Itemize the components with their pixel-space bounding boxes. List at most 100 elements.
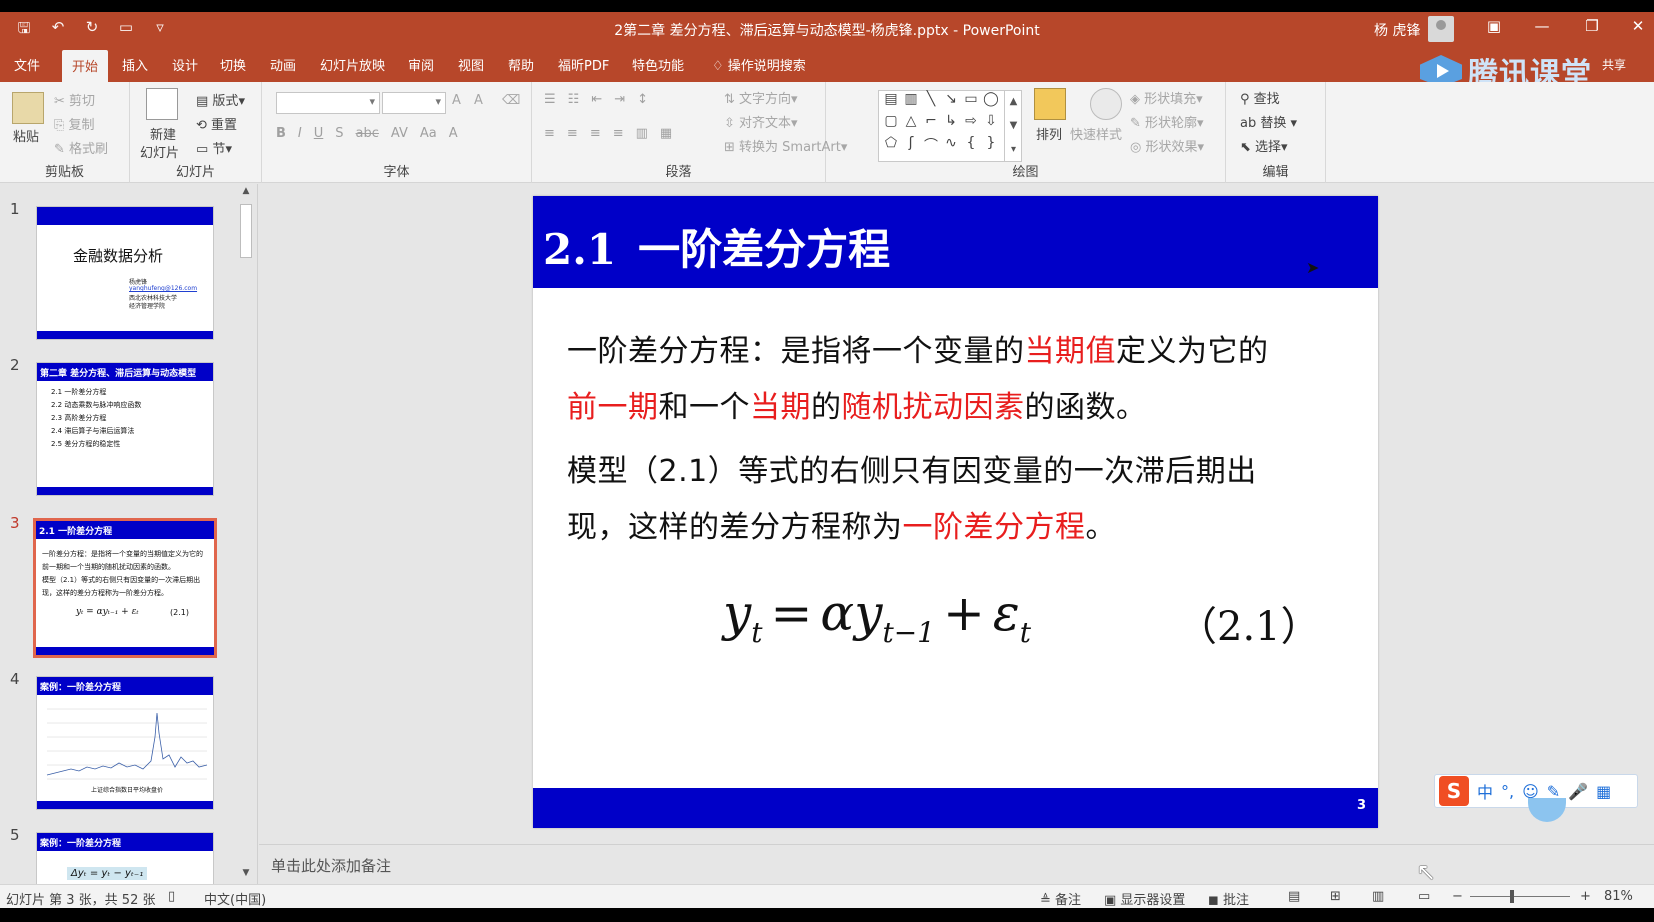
slide-thumbnail-2[interactable]: 第二章 差分方程、滞后运算与动态模型 2.1 一阶差分方程 2.2 动态乘数与脉… xyxy=(36,362,214,496)
text-direction-button[interactable]: ⇅ 文字方向▾ xyxy=(724,88,798,107)
tab-review[interactable]: 审阅 xyxy=(408,55,434,74)
freeform-shape-icon[interactable]: ⬠ xyxy=(881,135,901,157)
bold-icon[interactable]: B xyxy=(276,126,286,141)
section-button[interactable]: ▭ 节▾ xyxy=(196,138,232,157)
slide-paragraph-line-4[interactable]: 现，这样的差分方程称为一阶差分方程。 xyxy=(567,502,1116,546)
share-button[interactable]: 共享 xyxy=(1602,56,1626,73)
strikethrough-icon[interactable]: abc xyxy=(356,126,379,141)
justify-icon[interactable]: ≡ xyxy=(613,126,624,141)
new-slide-icon[interactable] xyxy=(146,88,178,120)
shapes-gallery-scroll[interactable]: ▲ ▼ ▾ xyxy=(1004,90,1022,162)
numbering-icon[interactable]: ☷ xyxy=(568,92,580,107)
line-shape-icon[interactable]: ╲ xyxy=(921,91,941,113)
arrange-button[interactable]: 排列 xyxy=(1036,124,1062,143)
quick-styles-button[interactable]: 快速样式 xyxy=(1070,124,1122,143)
quick-styles-icon[interactable] xyxy=(1090,88,1122,120)
shapes-gallery[interactable]: ▤ ▥ ╲ ↘ ▭ ◯ ▢ △ ⌐ ↳ ⇨ ⇩ ⬠ ʃ ⌒ ∿{} xyxy=(878,90,1022,162)
shape-fill-button[interactable]: ◈ 形状填充▾ xyxy=(1130,88,1203,107)
tab-animations[interactable]: 动画 xyxy=(270,55,296,74)
shape-outline-button[interactable]: ✎ 形状轮廓▾ xyxy=(1130,112,1204,131)
replace-button[interactable]: ab 替换 ▾ xyxy=(1240,112,1297,131)
scribble-shape-icon[interactable]: ʃ xyxy=(901,135,921,157)
zoom-in-icon[interactable]: + xyxy=(1580,889,1591,904)
notes-pane[interactable]: 单击此处添加备注 xyxy=(259,844,1654,884)
avatar[interactable] xyxy=(1428,16,1454,42)
copy-button[interactable]: ⎘ 复制 xyxy=(54,114,95,133)
slide-title[interactable]: 2.1 一阶差分方程 xyxy=(543,216,890,277)
cut-button[interactable]: ✂ 剪切 xyxy=(54,90,95,109)
normal-view-icon[interactable]: ▤ xyxy=(1288,889,1300,904)
curve-shape-icon[interactable]: ∿ xyxy=(941,135,961,157)
close-button[interactable]: ✕ xyxy=(1618,17,1654,35)
tab-insert[interactable]: 插入 xyxy=(122,55,148,74)
slide-thumbnail-3[interactable]: 2.1 一阶差分方程 一阶差分方程：是指将一个变量的当期值定义为它的 前一期和一… xyxy=(33,518,217,658)
tab-design[interactable]: 设计 xyxy=(172,55,198,74)
clear-formatting-icon[interactable]: ⌫ xyxy=(502,93,520,108)
ime-mode-toggle[interactable]: 中 xyxy=(1477,779,1493,803)
zoom-slider[interactable] xyxy=(1470,896,1570,897)
down-arrow-shape-icon[interactable]: ⇩ xyxy=(981,113,1001,135)
columns-icon[interactable]: ▦ xyxy=(660,126,672,141)
current-slide[interactable]: 2.1 一阶差分方程 一阶差分方程：是指将一个变量的当期值定义为它的 前一期和一个… xyxy=(533,196,1378,828)
ime-voice-icon[interactable]: 🎤 xyxy=(1568,782,1588,801)
right-brace-shape-icon[interactable]: } xyxy=(981,135,1001,157)
arc-shape-icon[interactable]: ⌒ xyxy=(921,135,941,157)
decrease-indent-icon[interactable]: ⇤ xyxy=(591,92,602,107)
ime-toolbox-icon[interactable]: ▦ xyxy=(1596,782,1611,801)
scroll-down-icon[interactable]: ▼ xyxy=(238,868,254,882)
triangle-shape-icon[interactable]: △ xyxy=(901,113,921,135)
reading-view-icon[interactable]: ▥ xyxy=(1372,889,1384,904)
zoom-slider-thumb[interactable] xyxy=(1510,890,1514,903)
slide-thumbnail-1[interactable]: 金融数据分析 杨虎锋 yanghufeng@126.com 西北农林科技大学 经… xyxy=(36,206,214,340)
scroll-thumb[interactable] xyxy=(240,204,252,258)
slide-paragraph-line-3[interactable]: 模型（2.1）等式的右侧只有因变量的一次滞后期出 xyxy=(567,446,1257,490)
char-spacing-icon[interactable]: AV xyxy=(391,126,408,141)
equation-2-1[interactable]: yt = αyt−1 + εt xyxy=(723,584,1031,649)
find-button[interactable]: ⚲ 查找 xyxy=(1240,88,1280,107)
new-slide-label-2[interactable]: 幻灯片 xyxy=(140,142,179,161)
select-button[interactable]: ⬉ 选择▾ xyxy=(1240,136,1288,155)
shadow-icon[interactable]: S xyxy=(335,126,343,141)
font-name-combo[interactable] xyxy=(276,92,380,114)
paste-button[interactable]: 粘贴 xyxy=(13,126,39,145)
slide-thumbnail-4[interactable]: 案例：一阶差分方程 上证综合指数日平均收盘价 xyxy=(36,676,214,810)
font-color-icon[interactable]: A xyxy=(449,126,458,141)
change-case-icon[interactable]: Aa xyxy=(420,126,437,141)
font-size-combo[interactable] xyxy=(382,92,446,114)
slide-thumbnail-5[interactable]: 案例：一阶差分方程 Δyₜ = yₜ − yₜ₋₁ xyxy=(36,832,214,884)
elbow-arrow-shape-icon[interactable]: ↳ xyxy=(941,113,961,135)
rectangle-shape-icon[interactable]: ▭ xyxy=(961,91,981,113)
ime-punctuation-icon[interactable]: °, xyxy=(1501,782,1514,801)
align-text-button[interactable]: ⇳ 对齐文本▾ xyxy=(724,112,798,131)
distributed-icon[interactable]: ▥ xyxy=(636,126,648,141)
align-center-icon[interactable]: ≡ xyxy=(567,126,578,141)
textbox-shape-icon[interactable]: ▤ xyxy=(881,91,901,113)
arrow-line-shape-icon[interactable]: ↘ xyxy=(941,91,961,113)
shape-effects-button[interactable]: ◎ 形状效果▾ xyxy=(1130,136,1204,155)
tab-home[interactable]: 开始 xyxy=(62,50,109,82)
tab-slideshow[interactable]: 幻灯片放映 xyxy=(320,55,385,74)
left-brace-shape-icon[interactable]: { xyxy=(961,135,981,157)
restore-button[interactable]: ❐ xyxy=(1572,17,1612,35)
layout-button[interactable]: ▤ 版式▾ xyxy=(196,90,245,109)
tab-help[interactable]: 帮助 xyxy=(508,55,534,74)
ribbon-display-icon[interactable]: ▣ xyxy=(1474,17,1514,35)
reset-button[interactable]: ⟲ 重置 xyxy=(196,114,237,133)
bullets-icon[interactable]: ☰ xyxy=(544,92,556,107)
shrink-font-icon[interactable]: A xyxy=(474,93,483,108)
notes-toggle-button[interactable]: ≜ 备注 xyxy=(1040,889,1081,908)
minimize-button[interactable]: — xyxy=(1522,17,1562,35)
arrange-icon[interactable] xyxy=(1034,88,1066,120)
tell-me-search[interactable]: ♢ 操作说明搜索 xyxy=(712,55,806,74)
notes-placeholder[interactable]: 单击此处添加备注 xyxy=(271,855,391,876)
user-name[interactable]: 杨 虎锋 xyxy=(1374,20,1420,40)
slide-paragraph-line-1[interactable]: 一阶差分方程：是指将一个变量的当期值定义为它的 xyxy=(567,326,1269,370)
underline-icon[interactable]: U xyxy=(314,126,324,141)
zoom-out-icon[interactable]: − xyxy=(1452,889,1463,904)
rounded-rect-shape-icon[interactable]: ▢ xyxy=(881,113,901,135)
line-spacing-icon[interactable]: ↕ xyxy=(637,92,648,107)
scroll-up-icon[interactable]: ▲ xyxy=(238,186,254,200)
paste-icon[interactable] xyxy=(12,92,44,124)
oval-shape-icon[interactable]: ◯ xyxy=(981,91,1001,113)
tab-file[interactable]: 文件 xyxy=(14,55,40,74)
